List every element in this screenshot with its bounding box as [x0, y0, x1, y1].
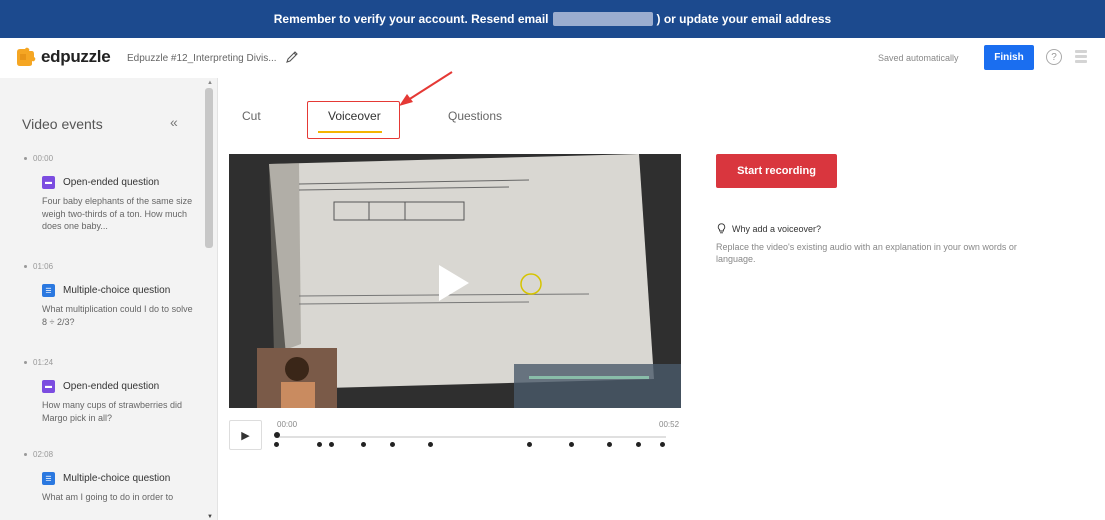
banner-text-end[interactable]: ) or update your email address	[657, 12, 832, 26]
play-video-icon[interactable]	[439, 265, 469, 301]
event-time: 01:06	[33, 262, 54, 271]
question-marker[interactable]	[527, 442, 532, 447]
annotation-arrow-icon	[399, 71, 453, 106]
open-ended-question-icon: ▬	[42, 176, 55, 189]
event-type: Multiple-choice question	[63, 285, 171, 296]
multiple-choice-question-icon: ☰	[42, 284, 55, 297]
question-marker[interactable]	[274, 442, 279, 447]
lightbulb-icon	[717, 223, 726, 234]
event-question-text: Four baby elephants of the same size wei…	[42, 196, 193, 231]
verify-account-banner: Remember to verify your account. Resend …	[0, 0, 1105, 38]
voiceover-description: Replace the video's existing audio with …	[716, 242, 1017, 264]
event-question-text: How many cups of strawberries did Margo …	[42, 400, 183, 423]
start-recording-button[interactable]: Start recording	[716, 154, 837, 188]
event-question-text: What multiplication could I do to solve …	[42, 304, 193, 327]
pencil-icon[interactable]	[285, 50, 299, 64]
scroll-down-icon[interactable]: ▼	[207, 514, 213, 520]
event-type: Open-ended question	[63, 177, 160, 188]
timeline-track[interactable]	[276, 436, 666, 438]
play-button[interactable]: ▶	[229, 420, 262, 450]
saved-status: Saved automatically	[878, 53, 959, 63]
list-item[interactable]: 01:24 ▬ Open-ended question How many cup…	[24, 358, 194, 424]
tab-cut[interactable]: Cut	[242, 109, 261, 123]
collapse-sidebar-icon[interactable]: «	[170, 114, 178, 130]
end-time: 00:52	[659, 420, 680, 429]
edpuzzle-logo[interactable]: edpuzzle	[14, 46, 111, 68]
question-marker[interactable]	[636, 442, 641, 447]
tab-questions[interactable]: Questions	[448, 109, 502, 123]
annotation-highlight-box	[307, 101, 400, 139]
question-marker[interactable]	[361, 442, 366, 447]
why-voiceover-title: Why add a voiceover?	[732, 223, 822, 234]
editor-header: edpuzzle Edpuzzle #12_Interpreting Divis…	[0, 38, 1105, 78]
question-marker[interactable]	[607, 442, 612, 447]
event-time: 01:24	[33, 358, 54, 367]
timeline-controls: ▶ 00:00 00:52	[229, 408, 681, 462]
question-marker[interactable]	[428, 442, 433, 447]
event-type: Open-ended question	[63, 381, 160, 392]
event-question-text: What am I going to do in order to	[42, 492, 174, 502]
logo-text: edpuzzle	[41, 47, 111, 66]
question-marker[interactable]	[390, 442, 395, 447]
open-ended-question-icon: ▬	[42, 380, 55, 393]
event-type: Multiple-choice question	[63, 473, 171, 484]
project-title[interactable]: Edpuzzle #12_Interpreting Divis...	[127, 53, 277, 64]
video-events-sidebar: Video events « ▲ ▼ 00:00 ▬ Open-ended qu…	[0, 78, 218, 520]
finish-button[interactable]: Finish	[984, 45, 1034, 70]
question-marker[interactable]	[329, 442, 334, 447]
puzzle-logo-icon	[17, 47, 36, 66]
why-voiceover-heading: Why add a voiceover?	[717, 223, 821, 234]
list-item[interactable]: 02:08 ☰ Multiple-choice question What am…	[24, 450, 194, 504]
banner-text-start: Remember to verify your account. Resend …	[273, 12, 549, 26]
list-item[interactable]: 01:06 ☰ Multiple-choice question What mu…	[24, 262, 194, 328]
event-time: 00:00	[33, 154, 54, 163]
help-icon[interactable]: ?	[1046, 49, 1062, 65]
event-time: 02:08	[33, 450, 54, 459]
list-item[interactable]: 00:00 ▬ Open-ended question Four baby el…	[24, 154, 194, 233]
multiple-choice-question-icon: ☰	[42, 472, 55, 485]
question-marker[interactable]	[569, 442, 574, 447]
question-marker[interactable]	[660, 442, 665, 447]
scroll-up-icon[interactable]: ▲	[207, 80, 213, 86]
redacted-email	[552, 12, 653, 26]
timeline-playhead[interactable]	[274, 432, 280, 438]
sidebar-scrollbar[interactable]	[205, 88, 213, 248]
menu-icon[interactable]	[1075, 50, 1087, 66]
current-time: 00:00	[277, 420, 298, 429]
question-marker[interactable]	[317, 442, 322, 447]
sidebar-title: Video events	[22, 116, 103, 132]
